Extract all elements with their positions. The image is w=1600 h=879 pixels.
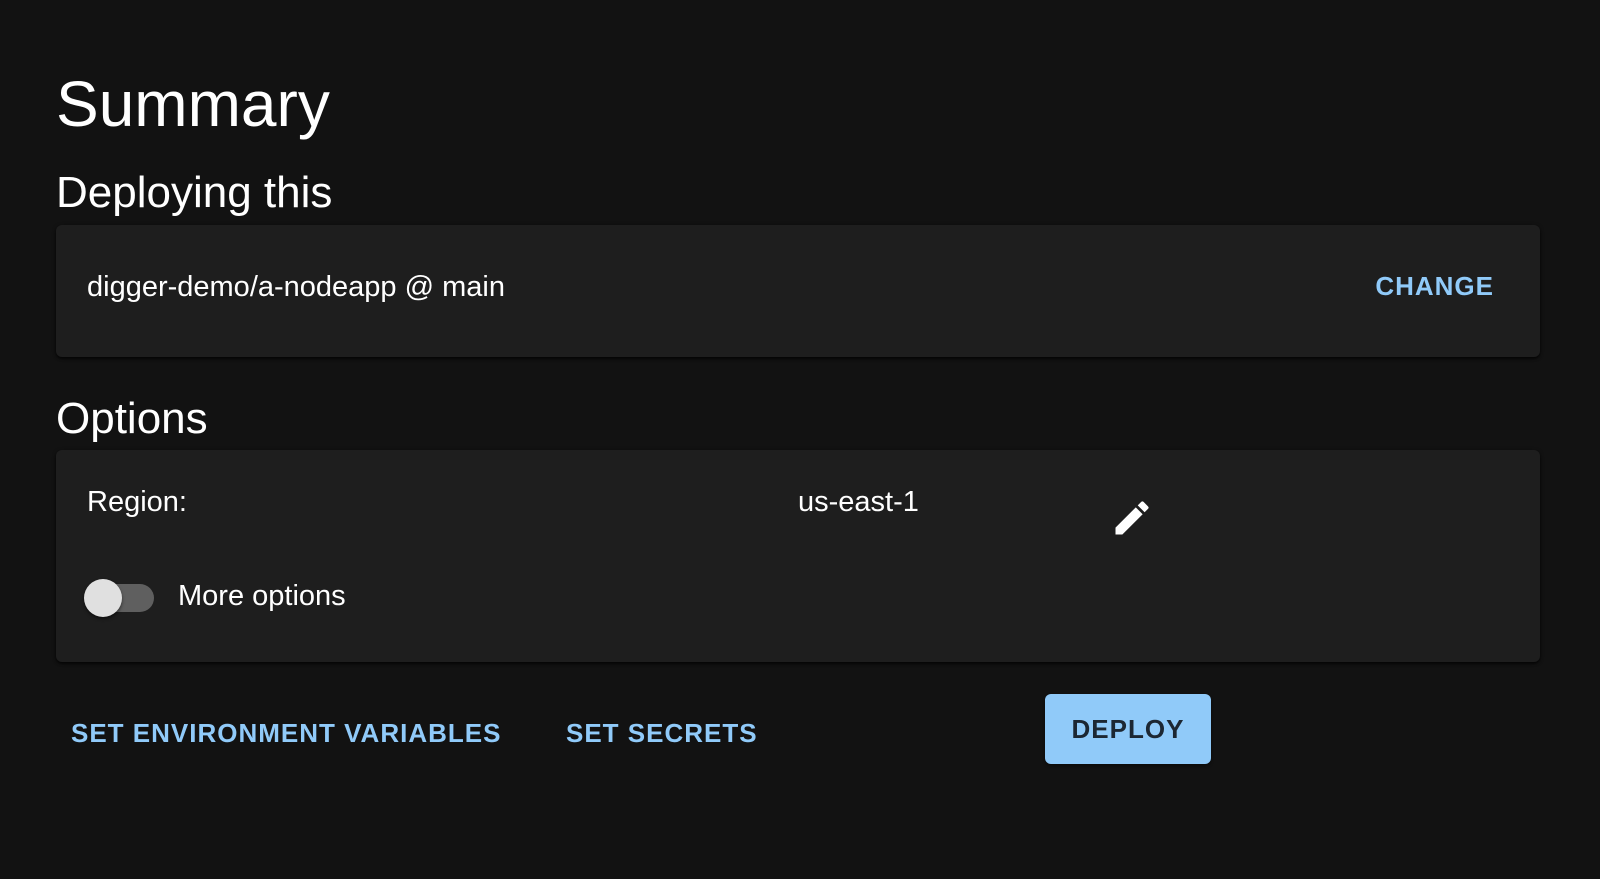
deploying-card: digger-demo/a-nodeapp @ main CHANGE <box>56 225 1540 357</box>
pencil-icon-graphic <box>1115 501 1149 535</box>
page-title: Summary <box>56 67 330 140</box>
region-value: us-east-1 <box>798 486 919 518</box>
toggle-thumb <box>84 579 122 617</box>
pencil-icon[interactable] <box>1110 496 1154 540</box>
region-label: Region: <box>87 486 187 518</box>
more-options-toggle[interactable] <box>82 576 158 620</box>
change-button[interactable]: CHANGE <box>1365 265 1504 308</box>
deploy-button[interactable]: DEPLOY <box>1045 694 1211 764</box>
set-secrets-button[interactable]: SET SECRETS <box>552 710 772 757</box>
deploying-heading: Deploying this <box>56 168 333 217</box>
set-environment-variables-button[interactable]: SET ENVIRONMENT VARIABLES <box>57 710 515 757</box>
more-options-label: More options <box>178 580 346 612</box>
options-heading: Options <box>56 394 208 443</box>
repo-branch-text: digger-demo/a-nodeapp @ main <box>87 271 505 303</box>
options-card: Region: us-east-1 More options <box>56 450 1540 662</box>
